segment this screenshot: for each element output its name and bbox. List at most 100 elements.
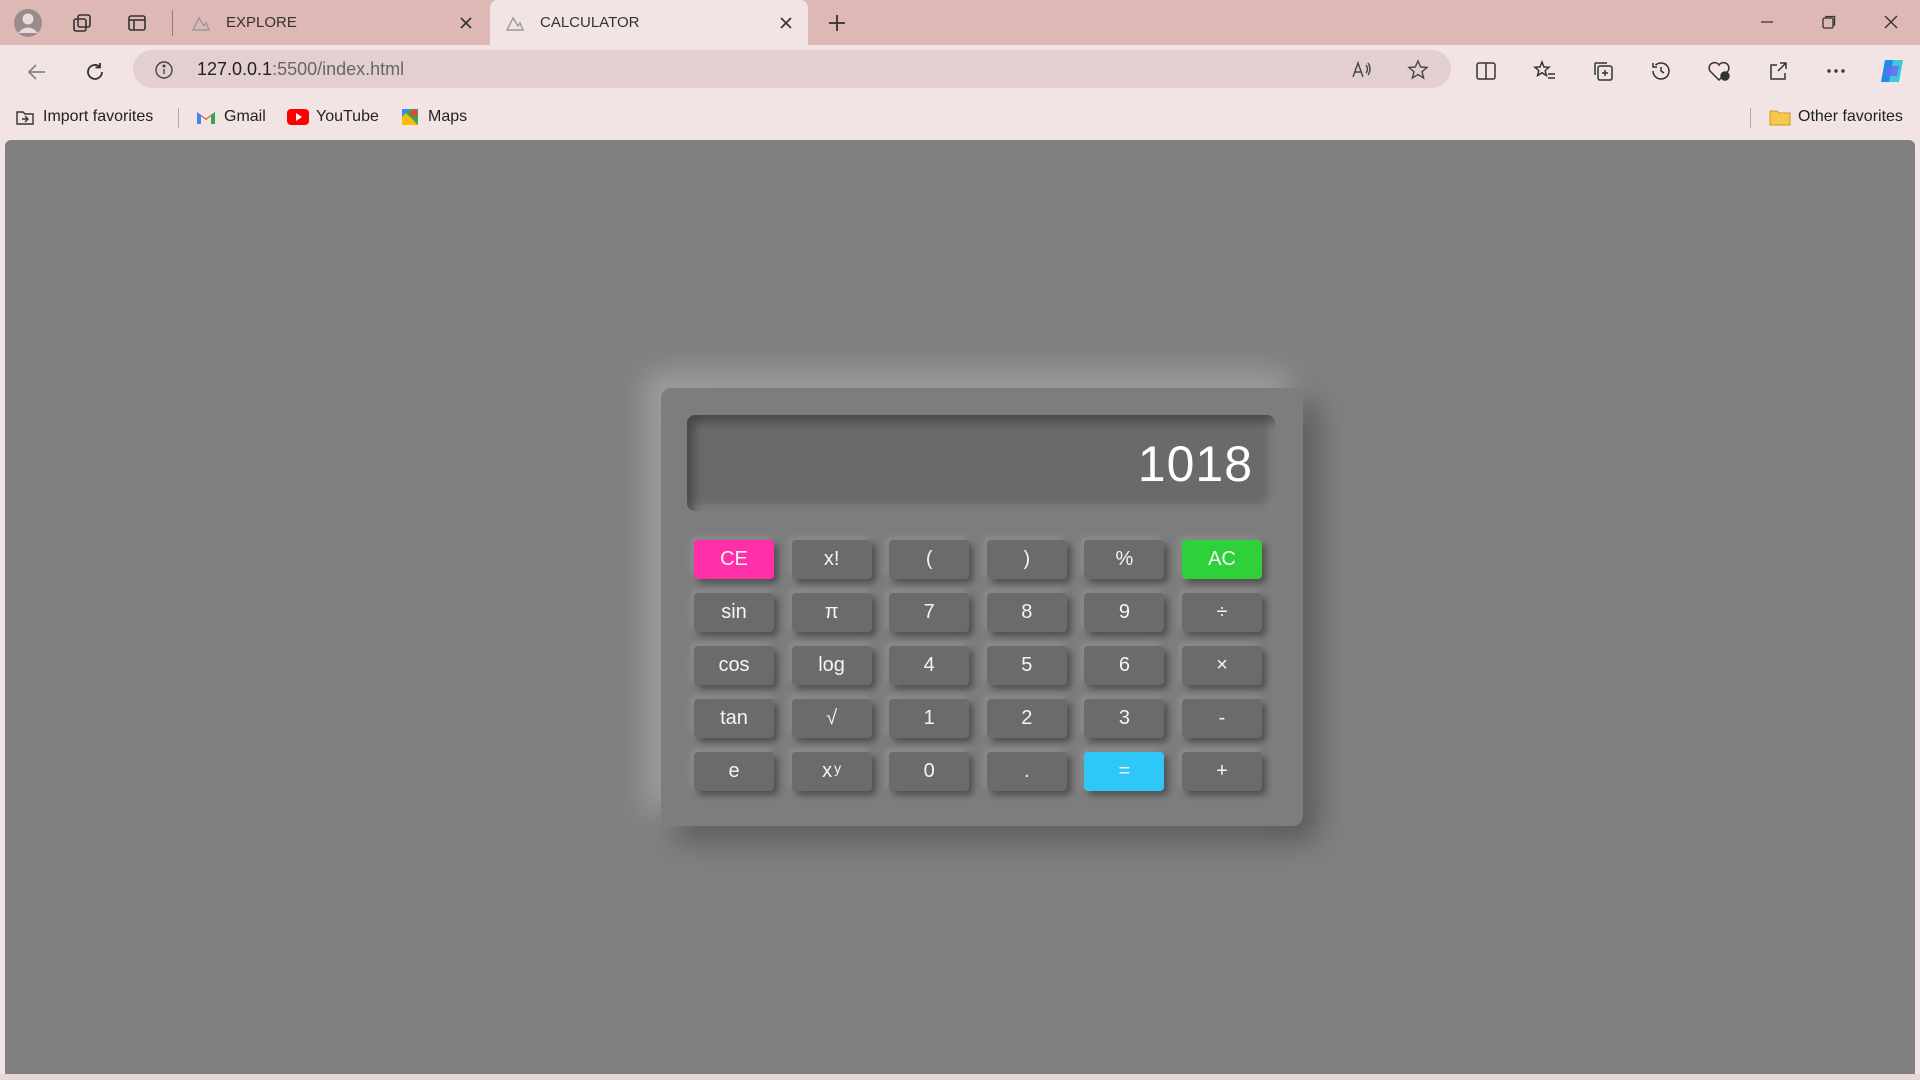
read-aloud-icon[interactable] (1349, 57, 1375, 83)
key-superscript: y (834, 759, 842, 776)
key-tan-button[interactable]: tan (694, 699, 774, 738)
key-9-button[interactable]: 9 (1084, 593, 1165, 632)
bookmark-label: YouTube (316, 108, 379, 125)
key-sqrt-button[interactable]: √ (791, 699, 872, 738)
key-label: ( (925, 548, 933, 570)
key-7-button[interactable]: 7 (889, 593, 970, 632)
key-label: sin (721, 601, 747, 623)
key-all-clear-button[interactable]: AC (1181, 540, 1262, 579)
close-tab-icon[interactable] (454, 11, 478, 35)
key-label: x (822, 760, 833, 782)
key-1-button[interactable]: 1 (889, 699, 970, 738)
history-icon[interactable] (1645, 55, 1677, 87)
tab-actions-icon[interactable] (122, 8, 152, 38)
key-label: tan (720, 707, 748, 729)
key-percent-button[interactable]: % (1084, 540, 1165, 579)
key-0-button[interactable]: 0 (889, 752, 970, 791)
key-minus-button[interactable]: - (1181, 699, 1262, 738)
key-pi-button[interactable]: π (791, 593, 872, 632)
key-sin-button[interactable]: sin (694, 593, 774, 632)
key-power-button[interactable]: xy (791, 752, 872, 791)
bookmark-maps[interactable]: Maps (399, 105, 467, 129)
key-label: 5 (1021, 654, 1033, 676)
key-2-button[interactable]: 2 (986, 699, 1067, 738)
bookmark-label: Import favorites (43, 108, 154, 125)
other-favorites-folder[interactable]: Other favorites (1769, 105, 1903, 129)
favorites-icon[interactable] (1529, 55, 1561, 87)
url-path: :5500/index.html (272, 59, 405, 79)
url-text[interactable]: 127.0.0.1:5500/index.html (197, 59, 404, 80)
back-button[interactable] (20, 55, 54, 89)
share-icon[interactable] (1762, 55, 1794, 87)
key-8-button[interactable]: 8 (986, 593, 1067, 632)
profile-icon (14, 9, 42, 37)
key-plus-button[interactable]: + (1181, 752, 1262, 791)
key-multiply-button[interactable]: × (1181, 646, 1262, 685)
calculator-keypad: CE x! ()% AC sin π 7 8 9 ÷ cos log 4 5 6 × tan √ 1 2 3 - e x y 0.… (694, 540, 1262, 791)
key-label: 9 (1118, 601, 1130, 623)
gmail-icon (195, 107, 217, 127)
close-window-button[interactable] (1869, 6, 1913, 38)
bookmark-separator (1750, 108, 1751, 128)
key-clear-entry-button[interactable]: CE (694, 540, 774, 579)
key-close-paren-button[interactable]: ) (986, 540, 1067, 579)
performance-icon[interactable] (1703, 55, 1735, 87)
maps-icon (399, 107, 421, 127)
display-value: 1018 (1137, 436, 1253, 492)
split-screen-icon[interactable] (1470, 55, 1502, 87)
site-info-icon[interactable] (153, 59, 175, 81)
tab-title: CALCULATOR (540, 14, 640, 31)
key-3-button[interactable]: 3 (1084, 699, 1165, 738)
more-options-icon[interactable] (1820, 55, 1852, 87)
bookmark-gmail[interactable]: Gmail (195, 105, 266, 129)
collections-icon[interactable] (1587, 55, 1619, 87)
page-viewport: 1018 CE x! ()% AC sin π 7 8 9 ÷ cos log 4 5 6 × tan √ 1 2 3 -… (5, 140, 1915, 1074)
key-cos-button[interactable]: cos (694, 646, 774, 685)
bookmark-label: Maps (428, 108, 468, 125)
key-label: % (1115, 548, 1134, 570)
calculator-display: 1018 (687, 415, 1275, 511)
favorite-star-icon[interactable] (1405, 57, 1431, 83)
key-label: 6 (1118, 654, 1130, 676)
key-label: 1 (923, 707, 935, 729)
profile-avatar[interactable] (10, 6, 46, 40)
key-e-button[interactable]: e (694, 752, 774, 791)
copilot-icon[interactable] (1876, 55, 1908, 87)
workspaces-icon[interactable] (67, 8, 97, 38)
minimize-icon (1761, 21, 1773, 23)
bookmark-label: Gmail (224, 108, 266, 125)
new-tab-button[interactable] (822, 8, 852, 38)
key-label: x! (823, 548, 840, 570)
address-bar[interactable]: 127.0.0.1:5500/index.html (133, 50, 1451, 88)
close-tab-icon[interactable] (774, 11, 798, 35)
bookmark-youtube[interactable]: YouTube (287, 105, 379, 129)
key-label: ) (1023, 548, 1031, 570)
refresh-button[interactable] (78, 55, 112, 89)
calculator: 1018 CE x! ()% AC sin π 7 8 9 ÷ cos log 4 5 6 × tan √ 1 2 3 -… (661, 388, 1303, 826)
key-6-button[interactable]: 6 (1084, 646, 1165, 685)
folder-icon (1769, 107, 1791, 127)
key-label: - (1218, 707, 1226, 729)
back-arrow-icon (27, 64, 45, 80)
refresh-icon (87, 63, 103, 80)
key-4-button[interactable]: 4 (889, 646, 970, 685)
tab-explore[interactable]: EXPLORE (176, 0, 488, 45)
key-5-button[interactable]: 5 (986, 646, 1067, 685)
key-label: 4 (923, 654, 935, 676)
key-equals-button[interactable]: = (1084, 752, 1165, 791)
bookmark-label: Other favorites (1798, 108, 1903, 125)
key-label: ÷ (1216, 601, 1228, 623)
key-log-button[interactable]: log (791, 646, 872, 685)
import-favorites-link[interactable]: Import favorites (14, 105, 153, 129)
key-decimal-button[interactable]: . (986, 752, 1067, 791)
key-factorial-button[interactable]: x! (791, 540, 872, 579)
minimize-button[interactable] (1745, 6, 1789, 38)
close-icon (1884, 15, 1898, 29)
key-label: 3 (1118, 707, 1130, 729)
restore-button[interactable] (1807, 6, 1851, 38)
page-favicon-icon (506, 13, 526, 33)
key-divide-button[interactable]: ÷ (1181, 593, 1262, 632)
bookmark-separator (178, 108, 179, 128)
tab-calculator[interactable]: CALCULATOR (490, 0, 808, 45)
key-open-paren-button[interactable]: ( (889, 540, 970, 579)
